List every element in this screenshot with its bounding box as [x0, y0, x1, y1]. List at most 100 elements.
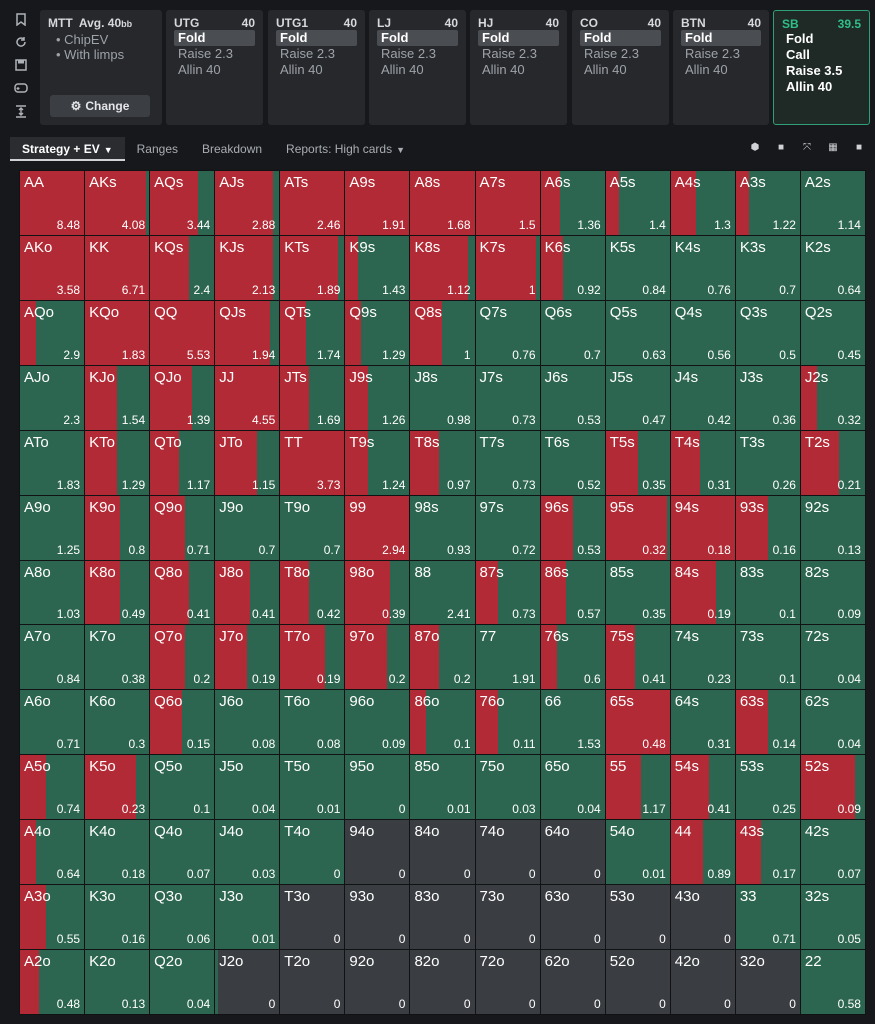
action-option[interactable]: Allin 40 — [377, 62, 458, 78]
hand-cell[interactable]: Q9s 1.29 — [345, 300, 410, 365]
hand-cell[interactable]: 52o 0 — [605, 950, 670, 1014]
hand-cell[interactable]: 84o 0 — [410, 820, 475, 885]
hand-cell[interactable]: 52s 0.09 — [800, 755, 865, 820]
hand-cell[interactable]: 43o 0 — [670, 885, 735, 950]
hand-cell[interactable]: 94o 0 — [345, 820, 410, 885]
hand-cell[interactable]: 63s 0.14 — [735, 690, 800, 755]
hand-cell[interactable]: KQs 2.4 — [150, 235, 215, 300]
hand-cell[interactable]: 77 1.91 — [475, 625, 540, 690]
hand-cell[interactable]: 88 2.41 — [410, 560, 475, 625]
hand-cell[interactable]: 55 1.17 — [605, 755, 670, 820]
hand-cell[interactable]: A9o 1.25 — [20, 495, 85, 560]
hand-cell[interactable]: 94s 0.18 — [670, 495, 735, 560]
action-option[interactable]: Call — [782, 47, 861, 63]
hand-cell[interactable]: A9s 1.91 — [345, 171, 410, 235]
hand-cell[interactable]: A4s 1.3 — [670, 171, 735, 235]
hand-cell[interactable]: AKs 4.08 — [85, 171, 150, 235]
hand-cell[interactable]: 76s 0.6 — [540, 625, 605, 690]
action-option[interactable]: Fold — [174, 30, 255, 46]
hand-cell[interactable]: J6s 0.53 — [540, 365, 605, 430]
hand-cell[interactable]: Q6s 0.7 — [540, 300, 605, 365]
hand-cell[interactable]: 75o 0.03 — [475, 755, 540, 820]
hand-cell[interactable]: JTs 1.69 — [280, 365, 345, 430]
hand-cell[interactable]: KJs 2.13 — [215, 235, 280, 300]
hand-cell[interactable]: J8o 0.41 — [215, 560, 280, 625]
square-icon[interactable]: ■ — [771, 138, 791, 156]
hand-cell[interactable]: 54s 0.41 — [670, 755, 735, 820]
hand-cell[interactable]: 82o 0 — [410, 950, 475, 1014]
hand-cell[interactable]: 42s 0.07 — [800, 820, 865, 885]
action-option[interactable]: Fold — [276, 30, 357, 46]
action-option[interactable]: Raise 2.3 — [276, 46, 357, 62]
hand-cell[interactable]: Q3o 0.06 — [150, 885, 215, 950]
hand-cell[interactable]: 64o 0 — [540, 820, 605, 885]
hand-cell[interactable]: KK 6.71 — [85, 235, 150, 300]
hand-cell[interactable]: 65o 0.04 — [540, 755, 605, 820]
hand-cell[interactable]: K3s 0.7 — [735, 235, 800, 300]
hand-cell[interactable]: AJo 2.3 — [20, 365, 85, 430]
position-card-utg1[interactable]: UTG1 40 Fold Raise 2.3 Allin 40 — [268, 10, 365, 125]
hand-cell[interactable]: T4o 0 — [280, 820, 345, 885]
hand-cell[interactable]: A7o 0.84 — [20, 625, 85, 690]
hand-cell[interactable]: 83o 0 — [410, 885, 475, 950]
hand-cell[interactable]: KTs 1.89 — [280, 235, 345, 300]
hand-cell[interactable]: Q4s 0.56 — [670, 300, 735, 365]
hand-cell[interactable]: A2o 0.48 — [20, 950, 85, 1014]
save-icon[interactable] — [12, 56, 30, 74]
action-option[interactable]: Fold — [681, 30, 761, 46]
position-card-co[interactable]: CO 40 Fold Raise 2.3 Allin 40 — [572, 10, 669, 125]
hand-cell[interactable]: 44 0.89 — [670, 820, 735, 885]
hand-cell[interactable]: J7o 0.19 — [215, 625, 280, 690]
hand-cell[interactable]: Q9o 0.71 — [150, 495, 215, 560]
action-option[interactable]: Raise 2.3 — [681, 46, 761, 62]
hand-cell[interactable]: 92o 0 — [345, 950, 410, 1014]
hand-cell[interactable]: 97s 0.72 — [475, 495, 540, 560]
hand-cell[interactable]: J2s 0.32 — [800, 365, 865, 430]
position-card-sb[interactable]: SB 39.5 Fold Call Raise 3.5 Allin 40 — [773, 10, 870, 125]
hand-cell[interactable]: Q7s 0.76 — [475, 300, 540, 365]
hand-cell[interactable]: 96s 0.53 — [540, 495, 605, 560]
hand-cell[interactable]: T6s 0.52 — [540, 430, 605, 495]
action-option[interactable]: Raise 3.5 — [782, 63, 861, 79]
hand-cell[interactable]: ATo 1.83 — [20, 430, 85, 495]
hand-cell[interactable]: 54o 0.01 — [605, 820, 670, 885]
hand-cell[interactable]: 98s 0.93 — [410, 495, 475, 560]
hand-cell[interactable]: T7o 0.19 — [280, 625, 345, 690]
hand-cell[interactable]: T9s 1.24 — [345, 430, 410, 495]
change-button[interactable]: ⚙ Change — [50, 95, 150, 117]
hand-cell[interactable]: K4s 0.76 — [670, 235, 735, 300]
position-card-lj[interactable]: LJ 40 Fold Raise 2.3 Allin 40 — [369, 10, 466, 125]
hand-cell[interactable]: QQ 5.53 — [150, 300, 215, 365]
position-card-hj[interactable]: HJ 40 Fold Raise 2.3 Allin 40 — [470, 10, 567, 125]
hand-cell[interactable]: K3o 0.16 — [85, 885, 150, 950]
hand-cell[interactable]: K8o 0.49 — [85, 560, 150, 625]
hand-cell[interactable]: K4o 0.18 — [85, 820, 150, 885]
hand-cell[interactable]: T8s 0.97 — [410, 430, 475, 495]
hand-cell[interactable]: A6o 0.71 — [20, 690, 85, 755]
cube-icon[interactable]: ⬢ — [745, 138, 765, 156]
hand-cell[interactable]: K6o 0.3 — [85, 690, 150, 755]
hand-cell[interactable]: K7s 1 — [475, 235, 540, 300]
tab-reports[interactable]: Reports: High cards ▼ — [274, 137, 417, 161]
hand-cell[interactable]: 42o 0 — [670, 950, 735, 1014]
hand-cell[interactable]: 73s 0.1 — [735, 625, 800, 690]
action-option[interactable]: Raise 2.3 — [174, 46, 255, 62]
hand-cell[interactable]: 82s 0.09 — [800, 560, 865, 625]
hand-cell[interactable]: 93o 0 — [345, 885, 410, 950]
vertical-expand-icon[interactable] — [12, 102, 30, 120]
action-option[interactable]: Allin 40 — [478, 62, 559, 78]
hand-cell[interactable]: K7o 0.38 — [85, 625, 150, 690]
position-card-btn[interactable]: BTN 40 Fold Raise 2.3 Allin 40 — [673, 10, 769, 125]
hand-cell[interactable]: Q2o 0.04 — [150, 950, 215, 1014]
hand-cell[interactable]: 74s 0.23 — [670, 625, 735, 690]
square-small-icon[interactable]: ■ — [849, 138, 869, 156]
action-option[interactable]: Fold — [478, 30, 559, 46]
hand-cell[interactable]: J9s 1.26 — [345, 365, 410, 430]
hand-cell[interactable]: J7s 0.73 — [475, 365, 540, 430]
bookmark-icon[interactable] — [12, 10, 30, 28]
hand-cell[interactable]: K8s 1.12 — [410, 235, 475, 300]
hand-cell[interactable]: Q6o 0.15 — [150, 690, 215, 755]
hand-cell[interactable]: QJs 1.94 — [215, 300, 280, 365]
hand-cell[interactable]: 83s 0.1 — [735, 560, 800, 625]
hand-cell[interactable]: KQo 1.83 — [85, 300, 150, 365]
